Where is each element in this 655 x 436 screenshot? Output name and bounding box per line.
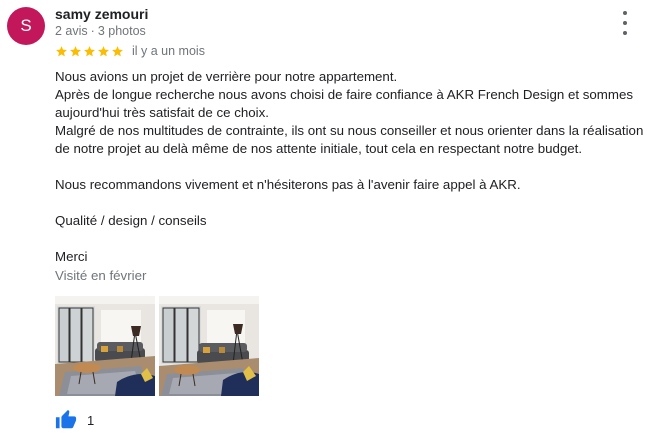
star-icon bbox=[98, 45, 109, 56]
star-rating bbox=[55, 45, 124, 58]
star-icon bbox=[84, 45, 95, 56]
review-line: Qualité / design / conseils bbox=[55, 213, 207, 228]
review-line: Nous avions un projet de verrière pour n… bbox=[55, 69, 398, 84]
author-name[interactable]: samy zemouri bbox=[55, 6, 148, 22]
review-line bbox=[55, 194, 653, 212]
more-vert-icon[interactable] bbox=[617, 11, 633, 35]
reviews-count: 2 avis bbox=[55, 24, 88, 38]
review-line: Après de longue recherche nous avons cho… bbox=[55, 87, 633, 120]
author-meta: 2 avis · 3 photos bbox=[55, 24, 146, 38]
visited-date: Visité en février bbox=[55, 268, 147, 283]
thumb-up-icon bbox=[55, 409, 77, 429]
star-icon bbox=[70, 45, 81, 56]
like-button[interactable]: 1 bbox=[55, 409, 94, 431]
meta-separator: · bbox=[90, 24, 95, 38]
rating-row: il y a un mois bbox=[55, 44, 205, 58]
photos-count: 3 photos bbox=[97, 24, 146, 38]
review-photo-2[interactable] bbox=[159, 296, 259, 396]
avatar[interactable]: S bbox=[7, 7, 45, 45]
avatar-letter: S bbox=[20, 16, 32, 35]
review-date: il y a un mois bbox=[132, 44, 205, 58]
review-photo-1[interactable] bbox=[55, 296, 155, 396]
review-line: Nous recommandons vivement et n'hésitero… bbox=[55, 177, 521, 192]
review-line bbox=[55, 230, 653, 248]
star-icon bbox=[112, 45, 123, 56]
review-line: Malgré de nos multitudes de contrainte, … bbox=[55, 123, 644, 156]
like-count: 1 bbox=[87, 412, 95, 428]
review-line bbox=[55, 158, 653, 176]
review-line: Merci bbox=[55, 249, 88, 264]
review-text: Nous avions un projet de verrière pour n… bbox=[55, 68, 653, 266]
star-icon bbox=[56, 45, 67, 56]
